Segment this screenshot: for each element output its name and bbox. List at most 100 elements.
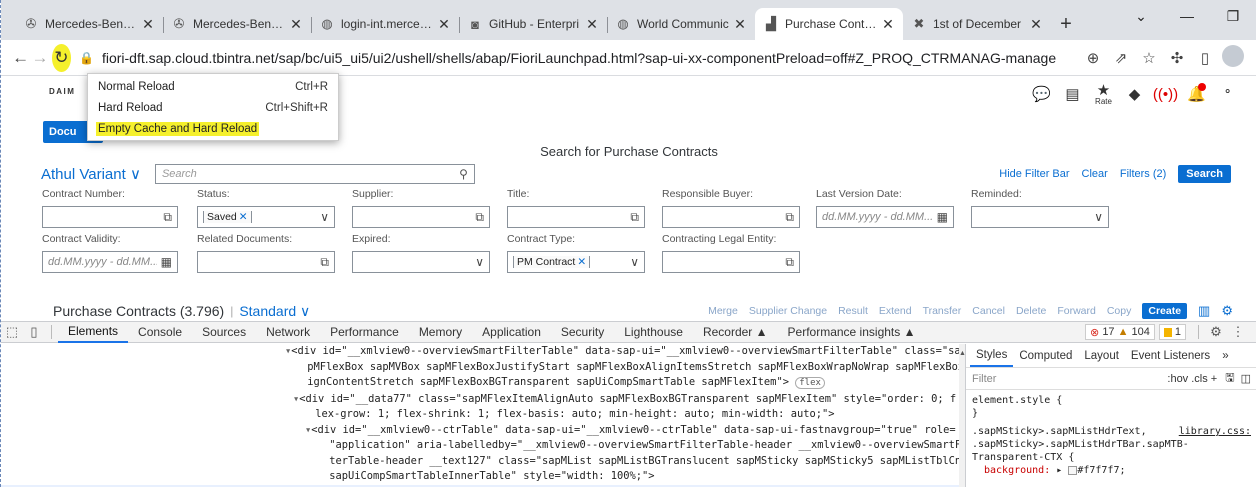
close-icon[interactable]: ✕ [289, 16, 303, 33]
styles-subtab[interactable]: Styles [970, 344, 1014, 367]
responsible-buyer-input[interactable]: ⧉ [662, 206, 800, 228]
notifications-bell-icon[interactable]: 🔔 [1181, 83, 1212, 102]
chevron-down-icon[interactable]: ∨ [475, 255, 484, 269]
create-button[interactable]: Create [1142, 303, 1188, 319]
token-remove-icon[interactable]: ✕ [577, 256, 586, 268]
token-remove-icon[interactable]: ✕ [239, 211, 248, 223]
devtools-tab[interactable]: Application [472, 322, 551, 343]
elements-dom-tree[interactable]: ▾<div id="__xmlview0--overviewSmartFilte… [1, 344, 959, 487]
console-error-badge[interactable]: ⊗ 17 ▲ 104 [1085, 324, 1155, 340]
status-multicombo[interactable]: Saved ✕ ∨ [197, 206, 335, 228]
toggle-sidebar-icon[interactable]: ◫ [1241, 372, 1251, 385]
table-action-button[interactable]: Cancel [972, 305, 1005, 317]
table-action-button[interactable]: Transfer [923, 305, 962, 317]
browser-tab[interactable]: ✇ Mercedes-Benz G ✕ [15, 8, 163, 40]
chevron-down-icon[interactable]: ∨ [320, 210, 329, 224]
broadcast-icon[interactable]: ((•)) [1150, 87, 1181, 102]
share-icon[interactable]: ⇗ [1107, 49, 1135, 67]
devtools-tab[interactable]: Sources [192, 322, 256, 343]
dom-node-line[interactable]: sapUiCompSmartTableInnerTable" style="wi… [1, 469, 959, 485]
color-swatch[interactable] [1068, 465, 1078, 475]
devtools-tab[interactable]: Elements [58, 322, 129, 343]
value-help-icon[interactable]: ⧉ [630, 210, 639, 225]
close-icon[interactable]: ✕ [1029, 16, 1043, 33]
device-toolbar-icon[interactable]: ▯ [23, 324, 45, 340]
profile-avatar[interactable] [1219, 44, 1247, 71]
close-icon[interactable]: ✕ [585, 16, 599, 33]
address-bar[interactable]: 🔒 fiori-dft.sap.cloud.tbintra.net/sap/bc… [79, 44, 1079, 72]
dom-node-line[interactable]: lex-grow: 1; flex-shrink: 1; flex-basis:… [1, 407, 959, 423]
value-help-icon[interactable]: ⧉ [785, 255, 794, 270]
contracting-legal-entity-input[interactable]: ⧉ [662, 251, 800, 273]
rule-source-link[interactable]: library.css: [1179, 425, 1251, 438]
issues-badge[interactable]: 1 [1158, 324, 1186, 340]
maximize-icon[interactable]: ❐ [1210, 0, 1256, 32]
settings-gear-icon[interactable]: ⚙ [1205, 324, 1227, 340]
new-tab-button[interactable]: + [1051, 8, 1081, 40]
chat-bubbles-icon[interactable]: 💬 [1026, 87, 1057, 102]
dom-node-line[interactable]: ▾<div id="__xmlview0--overviewSmartFilte… [1, 344, 959, 360]
status-token[interactable]: Saved ✕ [203, 211, 252, 223]
devtools-tab[interactable]: Performance [320, 322, 409, 343]
more-tabs-icon[interactable]: » [1216, 350, 1234, 362]
value-help-icon[interactable]: ⧉ [475, 210, 484, 225]
chevron-down-icon[interactable]: ∨ [1094, 210, 1103, 224]
browser-tab[interactable]: ▟ Purchase Contrac ✕ [755, 8, 903, 40]
dom-node-line[interactable]: pMFlexBox sapMVBox sapMFlexBoxJustifySta… [1, 360, 959, 376]
reload-menu-item[interactable]: Empty Cache and Hard Reload [88, 119, 338, 139]
user-icon[interactable]: ᐤ [1212, 87, 1243, 102]
devtools-tab[interactable]: Recorder ▲ [693, 322, 778, 343]
value-help-icon[interactable]: ⧉ [320, 255, 329, 270]
dom-node-line[interactable]: ▾<div id="__data77" class="sapMFlexItemA… [1, 392, 959, 408]
browser-tab[interactable]: ◙ GitHub - Enterpri ✕ [459, 8, 607, 40]
inspect-element-icon[interactable]: ⬚ [1, 324, 23, 340]
supplier-input[interactable]: ⧉ [352, 206, 490, 228]
rule-property[interactable]: background: ▸ #f7f7f7; [972, 464, 1251, 477]
contract-type-token[interactable]: PM Contract ✕ [513, 256, 591, 268]
close-icon[interactable]: ✕ [437, 16, 451, 33]
chevron-down-icon[interactable]: ∨ [630, 255, 639, 269]
browser-tab[interactable]: ◍ World Communic ✕ [607, 8, 755, 40]
reload-menu-item[interactable]: Hard Reload Ctrl+Shift+R [88, 98, 338, 118]
search-input[interactable]: Search ⚲ [154, 164, 475, 184]
styles-subtab[interactable]: Computed [1013, 350, 1078, 362]
help-diamond-icon[interactable]: ◆ [1119, 87, 1150, 102]
more-options-icon[interactable]: ⋮ [1227, 324, 1249, 340]
flex-badge[interactable]: flex [795, 377, 825, 389]
minimize-icon[interactable]: — [1164, 0, 1210, 32]
zoom-icon[interactable]: ⊕ [1079, 49, 1107, 67]
table-action-button[interactable]: Result [838, 305, 868, 317]
value-help-icon[interactable]: ⧉ [163, 210, 172, 225]
devtools-tab[interactable]: Memory [409, 322, 472, 343]
reload-menu-item[interactable]: Normal Reload Ctrl+R [88, 77, 338, 97]
bookmark-star-icon[interactable]: ☆ [1135, 49, 1163, 67]
contract-type-multicombo[interactable]: PM Contract ✕ ∨ [507, 251, 645, 273]
tab-search-icon[interactable]: ⌄ [1118, 0, 1164, 32]
dom-node-line[interactable]: terTable-header __text127" class="sapMLi… [1, 454, 959, 470]
expired-select[interactable]: ∨ [352, 251, 490, 273]
close-icon[interactable]: ✕ [733, 16, 747, 33]
rate-star-icon[interactable]: ★ Rate [1088, 83, 1119, 106]
close-icon[interactable]: ✕ [881, 16, 895, 33]
side-panel-icon[interactable]: ▯ [1191, 49, 1219, 67]
clear-button[interactable]: Clear [1082, 168, 1108, 180]
hide-filter-bar-button[interactable]: Hide Filter Bar [999, 168, 1069, 180]
contract-validity-range[interactable]: dd.MM.yyyy - dd.MM.... ▦ [42, 251, 178, 273]
forward-icon[interactable]: → [30, 44, 49, 72]
dom-node-line[interactable]: "application" aria-labelledby="__xmlview… [1, 438, 959, 454]
styles-subtab[interactable]: Layout [1078, 350, 1125, 362]
table-action-button[interactable]: Forward [1057, 305, 1096, 317]
devtools-tab[interactable]: Console [128, 322, 192, 343]
devtools-tab[interactable]: Performance insights ▲ [778, 322, 926, 343]
back-icon[interactable]: ← [11, 44, 30, 72]
dom-node-line[interactable]: ignContentStretch sapMFlexBoxBGTranspare… [1, 375, 959, 392]
search-button[interactable]: Search [1178, 165, 1231, 183]
dom-node-line[interactable]: ▾<div id="__xmlview0--ctrTable" data-sap… [1, 423, 959, 439]
browser-tab[interactable]: ◍ login-int.mercede ✕ [311, 8, 459, 40]
styles-subtab[interactable]: Event Listeners [1125, 350, 1216, 362]
table-variant-selector[interactable]: Standard ∨ [239, 303, 310, 320]
devtools-tab[interactable]: Security [551, 322, 614, 343]
title-input[interactable]: ⧉ [507, 206, 645, 228]
calendar-icon[interactable]: ▦ [161, 255, 172, 269]
notes-icon[interactable]: ▤ [1057, 87, 1088, 102]
